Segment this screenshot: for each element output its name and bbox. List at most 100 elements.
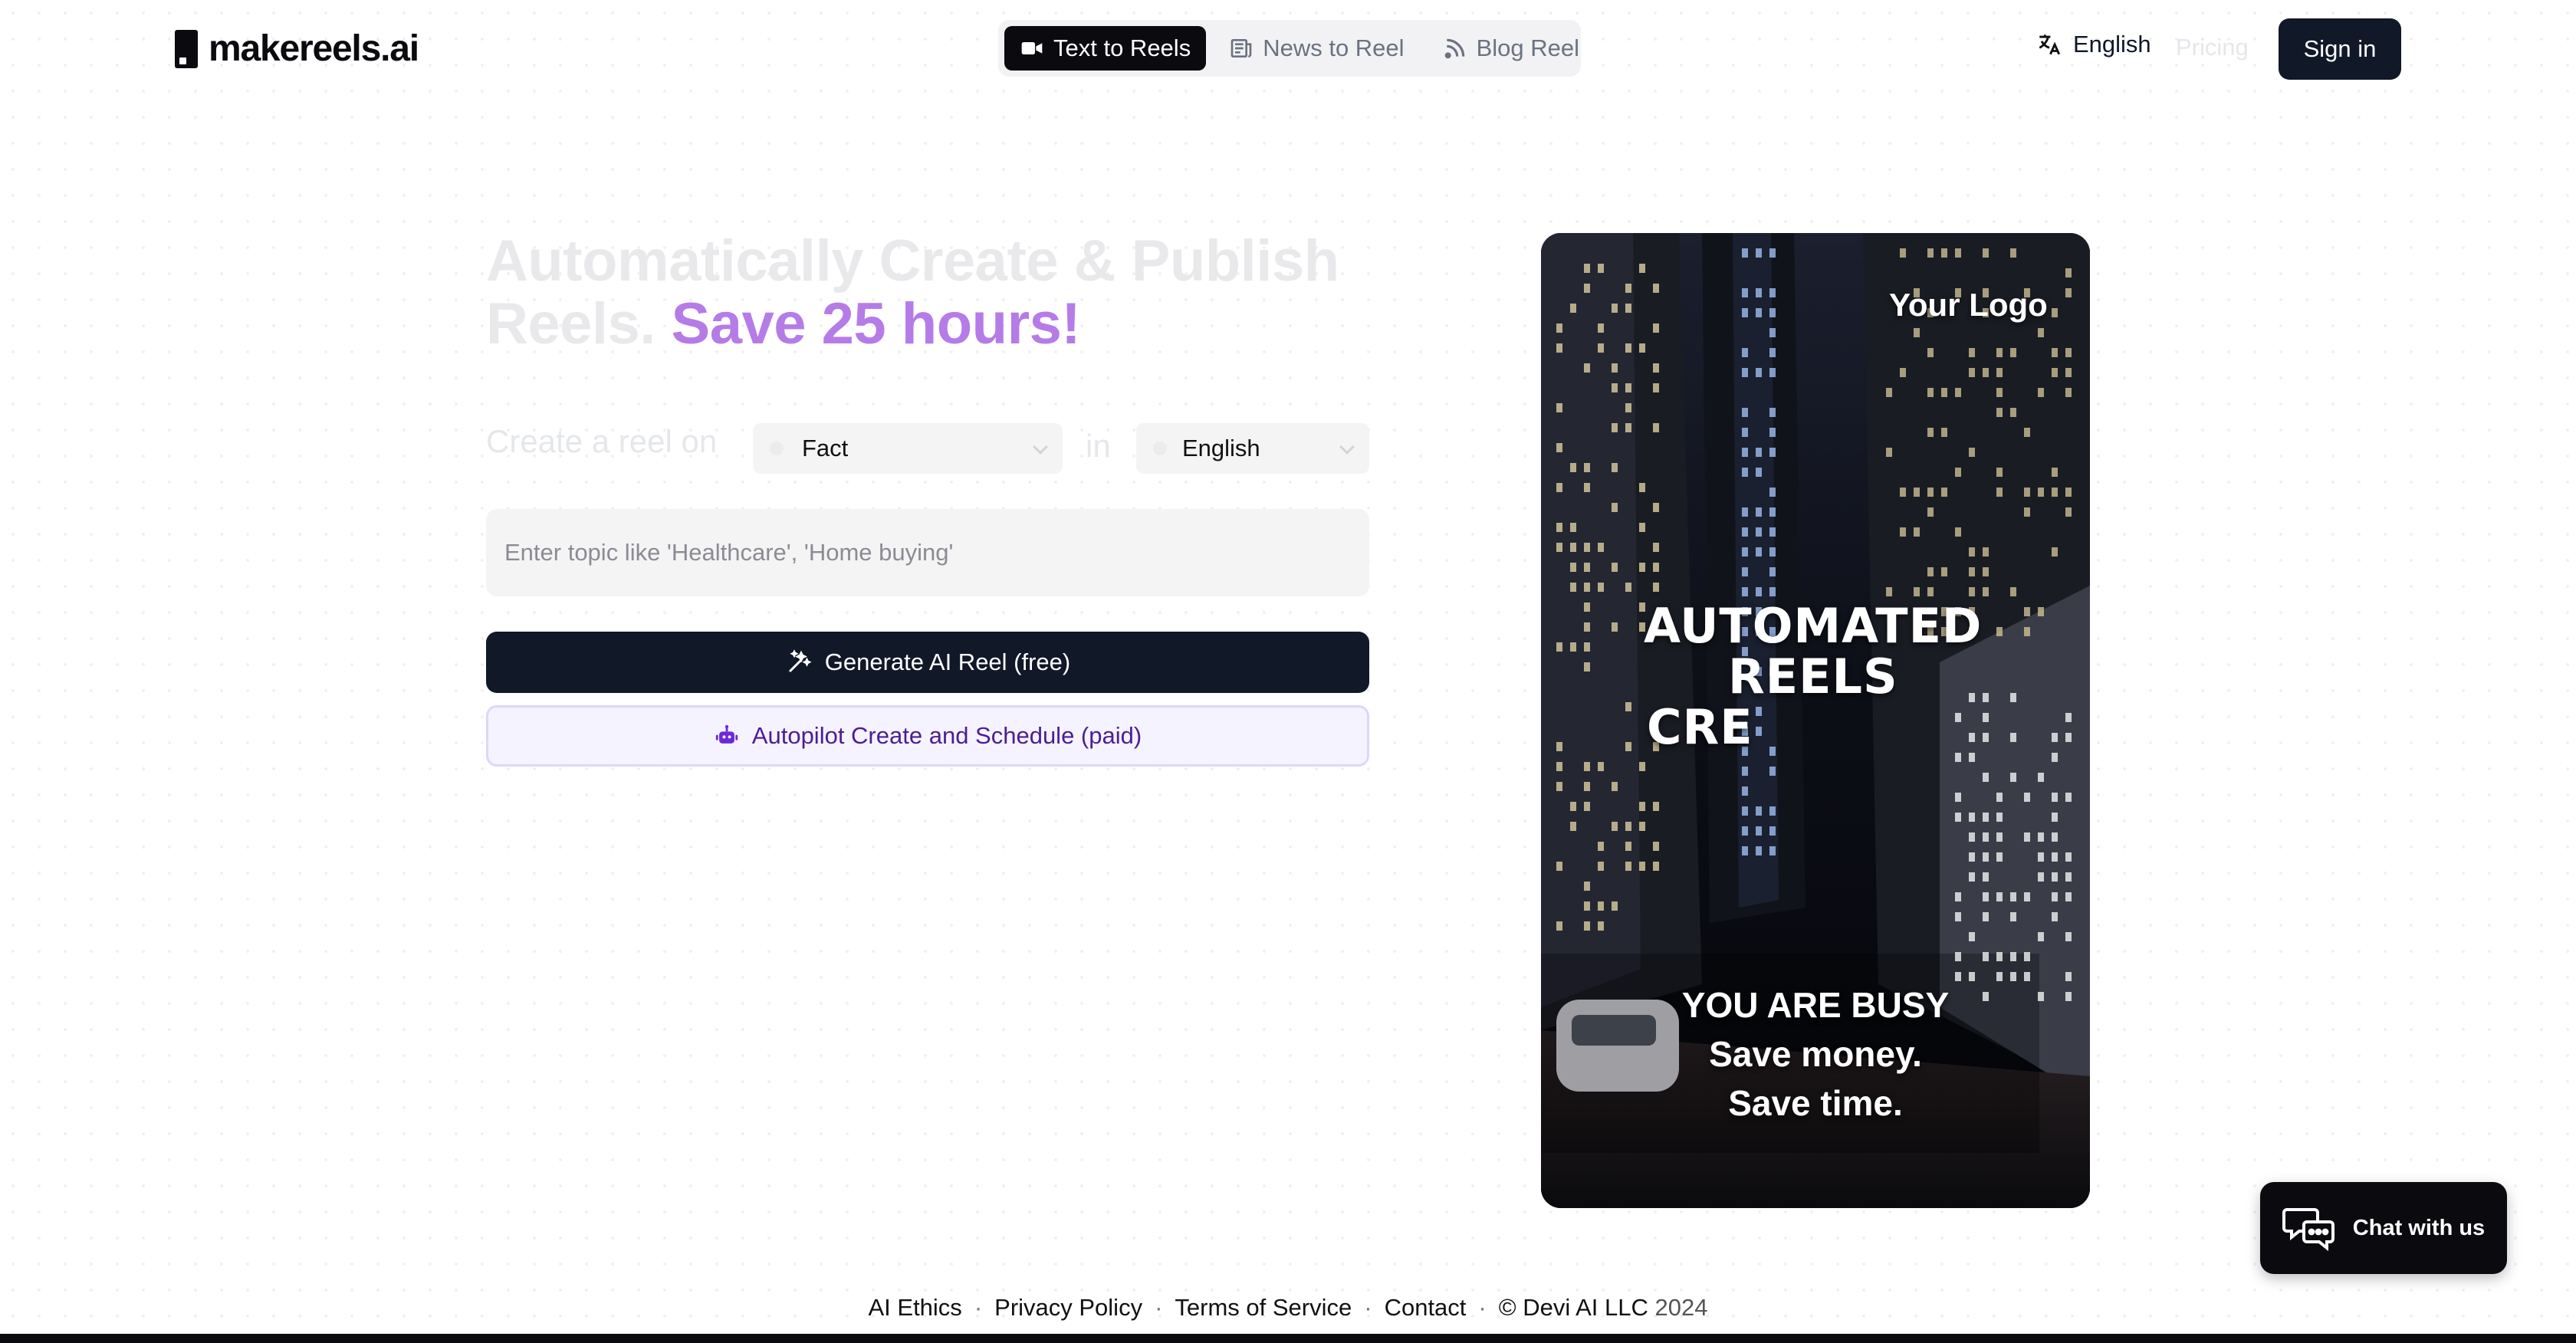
window-light [1927,248,1934,258]
in-label: in [1086,428,1111,464]
window-light [2052,832,2058,842]
window-light [1769,408,1776,417]
window-light [2038,832,2044,842]
chat-bubbles-icon [2282,1208,2334,1252]
window-light [1769,567,1776,576]
window-light [1769,587,1776,596]
window-light [1742,428,1748,437]
window-light [1914,328,1920,337]
window-light [1598,343,1604,353]
window-light [1969,587,1975,596]
window-light [1769,488,1776,497]
window-light [1598,762,1604,771]
window-light [1653,583,1659,592]
tab-blog-reel[interactable]: Blog Reel [1428,26,1595,71]
window-light [2065,507,2072,517]
window-light [1639,523,1645,532]
window-light [1969,932,1975,941]
chat-widget-button[interactable]: Chat with us [2260,1182,2507,1274]
window-light [1653,802,1659,811]
reel-language-select[interactable]: English [1136,423,1369,474]
window-light [1941,248,1947,258]
window-light [1756,308,1762,317]
pricing-link[interactable]: Pricing [2176,34,2249,61]
window-light [1570,563,1576,572]
window-light [1886,448,1892,457]
footer-link-terms-of-service[interactable]: Terms of Service [1175,1294,1352,1322]
window-light [1584,363,1590,373]
window-light [2052,348,2058,357]
window-light [2024,607,2030,616]
autopilot-button[interactable]: Autopilot Create and Schedule (paid) [486,705,1369,767]
window-light [1983,547,1989,557]
window-light [1983,713,1989,722]
logo-mark-icon [175,29,198,68]
window-light [2065,872,2072,882]
window-light [1769,527,1776,537]
reel-preview-video[interactable]: Your Logo AUTOMATED REELS CRE YOU ARE BU… [1541,233,2090,1208]
window-light [1769,507,1776,517]
brand-name: makereels.ai [209,28,419,69]
window-light [2010,693,2016,702]
window-light [2024,507,2030,517]
window-light [1756,547,1762,557]
window-light [1955,813,1961,822]
window-light [1612,563,1618,572]
topic-input[interactable] [486,509,1369,596]
window-light [2010,952,2016,961]
window-light [1612,782,1618,791]
chat-widget-label: Chat with us [2352,1215,2486,1240]
window-light [1584,782,1590,791]
tab-text-to-reels[interactable]: Text to Reels [1004,26,1207,71]
footer-link-contact[interactable]: Contact [1385,1294,1467,1322]
window-light [1625,284,1631,293]
window-light [1756,806,1762,816]
window-light [1756,846,1762,855]
newspaper-icon [1230,39,1252,57]
window-light [1756,707,1762,716]
brand-logo[interactable]: makereels.ai [175,28,419,70]
window-light [1598,862,1604,871]
window-light [1584,284,1590,293]
chevron-down-icon [1033,439,1048,455]
window-light [1927,587,1934,596]
window-light [1769,348,1776,357]
footer-link-ai-ethics[interactable]: AI Ethics [868,1294,961,1322]
window-light [1639,483,1645,492]
window-light [1556,782,1562,791]
window-light [1625,383,1631,392]
window-light [1756,587,1762,596]
tab-label: Text to Reels [1053,34,1191,61]
window-light [2010,912,2016,921]
window-light [1742,507,1748,517]
window-light [1941,488,1947,497]
window-light [1742,846,1748,855]
language-switcher[interactable]: English [2036,31,2151,58]
topic-type-select[interactable]: Fact [753,423,1063,474]
window-light [1556,523,1562,532]
window-light [1983,892,1989,901]
window-light [2065,388,2072,397]
window-light [1556,742,1562,751]
window-light [1914,488,1920,497]
window-light [1653,842,1659,851]
window-light [1955,912,1961,921]
window-light [1983,567,1989,576]
window-light [2065,713,2072,722]
window-light [1612,822,1618,831]
window-light [2052,308,2058,317]
window-light [2038,932,2044,941]
sign-in-button[interactable]: Sign in [2279,18,2401,80]
window-light [1955,793,1961,802]
robot-icon [715,724,738,744]
footer-link-privacy-policy[interactable]: Privacy Policy [994,1294,1142,1322]
window-light [2010,733,2016,742]
generate-reel-button[interactable]: Generate AI Reel (free) [486,632,1369,693]
tab-news-to-reel[interactable]: News to Reel [1214,26,1419,71]
window-light [2024,428,2030,437]
autopilot-label: Autopilot Create and Schedule (paid) [751,722,1142,749]
window-light [1742,368,1748,377]
window-light [1653,284,1659,293]
window-light [1742,527,1748,537]
window-light [1996,952,2003,961]
